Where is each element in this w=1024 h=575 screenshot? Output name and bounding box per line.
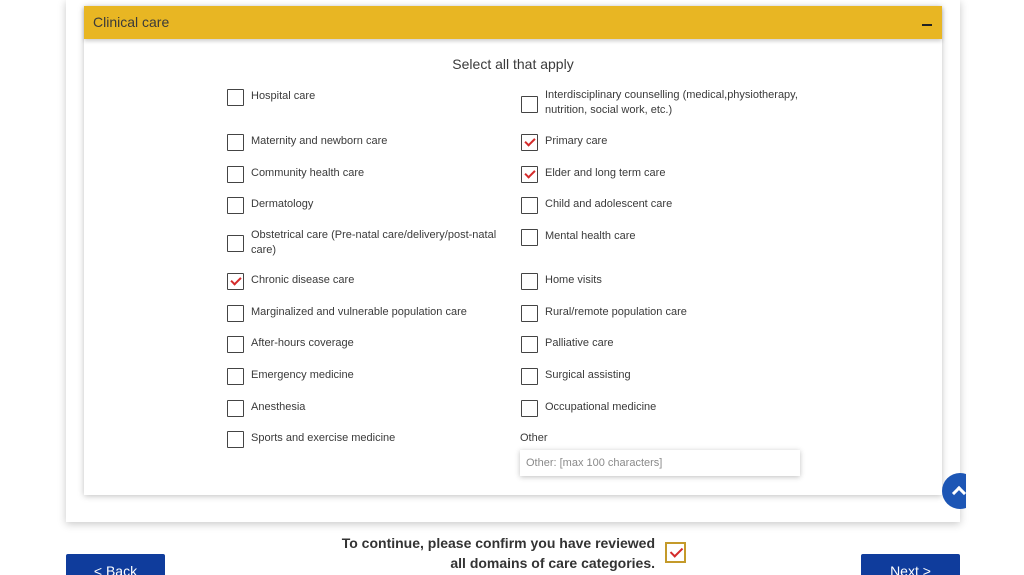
option-emergency-medicine[interactable]: Emergency medicine (227, 368, 497, 388)
other-label: Other (520, 432, 548, 444)
confirm-text: To continue, please confirm you have rev… (330, 533, 655, 573)
option-label: Rural/remote population care (545, 306, 687, 318)
option-primary-care[interactable]: Primary care (521, 134, 811, 154)
checkbox[interactable] (521, 134, 538, 151)
option-label: Interdisciplinary counselling (medical,p… (545, 89, 798, 116)
option-label: Anesthesia (251, 401, 306, 413)
section-header[interactable]: Clinical care (84, 6, 942, 39)
checkbox[interactable] (227, 400, 244, 417)
back-button[interactable]: < Back (66, 554, 165, 575)
option-label: Elder and long term care (545, 167, 666, 179)
option-sports-exercise-medicine[interactable]: Sports and exercise medicine (227, 431, 497, 451)
option-obstetrical-care[interactable]: Obstetrical care (Pre-natal care/deliver… (227, 228, 497, 260)
option-label: Primary care (545, 135, 608, 147)
option-label: Community health care (251, 167, 365, 179)
instruction-text: Select all that apply (452, 56, 574, 72)
checkbox[interactable] (521, 273, 538, 290)
other-input[interactable] (520, 450, 800, 476)
option-surgical-assisting[interactable]: Surgical assisting (521, 368, 811, 388)
option-label: Palliative care (545, 337, 614, 349)
checkbox[interactable] (521, 336, 538, 353)
option-label: After-hours coverage (251, 337, 354, 349)
option-label: Child and adolescent care (545, 198, 673, 210)
checkbox[interactable] (521, 166, 538, 183)
option-label: Sports and exercise medicine (251, 432, 396, 444)
checkbox[interactable] (227, 273, 244, 290)
option-anesthesia[interactable]: Anesthesia (227, 400, 497, 420)
clinical-care-section: Clinical care Select all that apply (84, 6, 942, 495)
option-after-hours-coverage[interactable]: After-hours coverage (227, 336, 497, 356)
checkbox[interactable] (227, 134, 244, 151)
chevron-up-icon (951, 485, 966, 501)
option-hospital-care[interactable]: Hospital care (227, 89, 497, 109)
option-label: Surgical assisting (545, 369, 631, 381)
checkbox[interactable] (521, 229, 538, 246)
option-label: Hospital care (251, 90, 316, 102)
option-label: Home visits (545, 274, 602, 286)
option-label: Maternity and newborn care (251, 135, 388, 147)
confirm-line-2: all domains of care categories. (450, 555, 655, 571)
option-label: Marginalized and vulnerable population c… (251, 306, 467, 318)
option-dermatology[interactable]: Dermatology (227, 197, 497, 217)
checkbox[interactable] (227, 336, 244, 353)
option-label: Mental health care (545, 230, 636, 242)
option-maternity-newborn-care[interactable]: Maternity and newborn care (227, 134, 497, 154)
section-title: Clinical care (93, 14, 170, 30)
checkbox[interactable] (227, 197, 244, 214)
checkbox[interactable] (521, 96, 538, 113)
confirm-checkbox[interactable] (665, 542, 686, 563)
checkbox[interactable] (521, 368, 538, 385)
confirm-line-1: To continue, please confirm you have rev… (341, 535, 655, 551)
option-child-adolescent-care[interactable]: Child and adolescent care (521, 197, 811, 217)
option-interdisciplinary-counselling[interactable]: Interdisciplinary counselling (medical,p… (521, 88, 811, 120)
checkbox[interactable] (227, 166, 244, 183)
option-palliative-care[interactable]: Palliative care (521, 336, 811, 356)
option-label: Obstetrical care (Pre-natal care/deliver… (251, 229, 497, 256)
option-rural-remote-care[interactable]: Rural/remote population care (521, 305, 811, 325)
next-button[interactable]: Next > (861, 554, 960, 575)
option-label: Dermatology (251, 198, 314, 210)
checkbox[interactable] (227, 305, 244, 322)
option-elder-long-term-care[interactable]: Elder and long term care (521, 166, 811, 186)
scroll-to-top-button[interactable] (942, 470, 966, 512)
option-chronic-disease-care[interactable]: Chronic disease care (227, 273, 497, 293)
option-mental-health-care[interactable]: Mental health care (521, 229, 811, 249)
checkbox[interactable] (227, 235, 244, 252)
checkbox[interactable] (227, 89, 244, 106)
checkbox[interactable] (227, 431, 244, 448)
option-home-visits[interactable]: Home visits (521, 273, 811, 293)
option-label: Occupational medicine (545, 401, 657, 413)
checkbox[interactable] (227, 368, 244, 385)
checkbox[interactable] (521, 305, 538, 322)
option-occupational-medicine[interactable]: Occupational medicine (521, 400, 811, 420)
option-label: Emergency medicine (251, 369, 354, 381)
option-marginalized-vulnerable-care[interactable]: Marginalized and vulnerable population c… (227, 305, 497, 325)
checkbox[interactable] (521, 400, 538, 417)
checkbox[interactable] (521, 197, 538, 214)
option-label: Chronic disease care (251, 274, 355, 286)
option-community-health-care[interactable]: Community health care (227, 166, 497, 186)
collapse-icon[interactable] (920, 13, 934, 33)
